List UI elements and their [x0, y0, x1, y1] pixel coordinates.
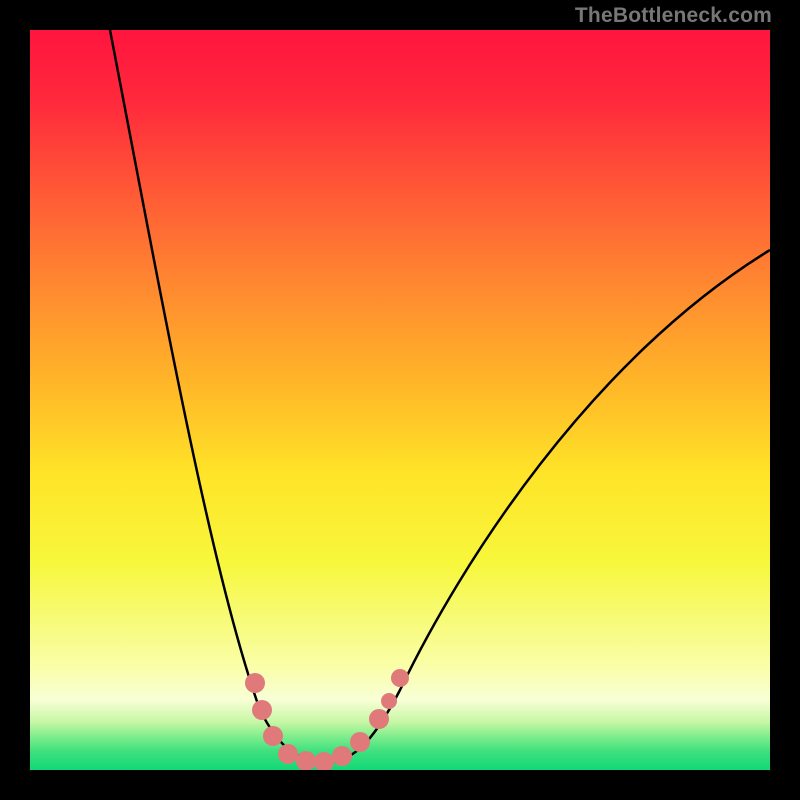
chart-svg — [30, 30, 770, 770]
curve-marker — [391, 669, 409, 687]
curve-marker — [369, 709, 389, 729]
watermark-text: TheBottleneck.com — [575, 4, 772, 28]
curve-marker — [350, 732, 370, 752]
curve-marker — [252, 700, 272, 720]
markers-group — [245, 669, 409, 770]
curve-marker — [278, 744, 298, 764]
chart-frame — [30, 30, 770, 770]
curve-marker — [263, 726, 283, 746]
curve-marker — [314, 752, 334, 770]
curve-marker — [296, 751, 316, 770]
curve-marker — [245, 673, 265, 693]
curve-group — [110, 30, 770, 762]
curve-marker — [332, 746, 352, 766]
bottleneck-curve — [110, 30, 770, 762]
curve-marker — [381, 693, 397, 709]
